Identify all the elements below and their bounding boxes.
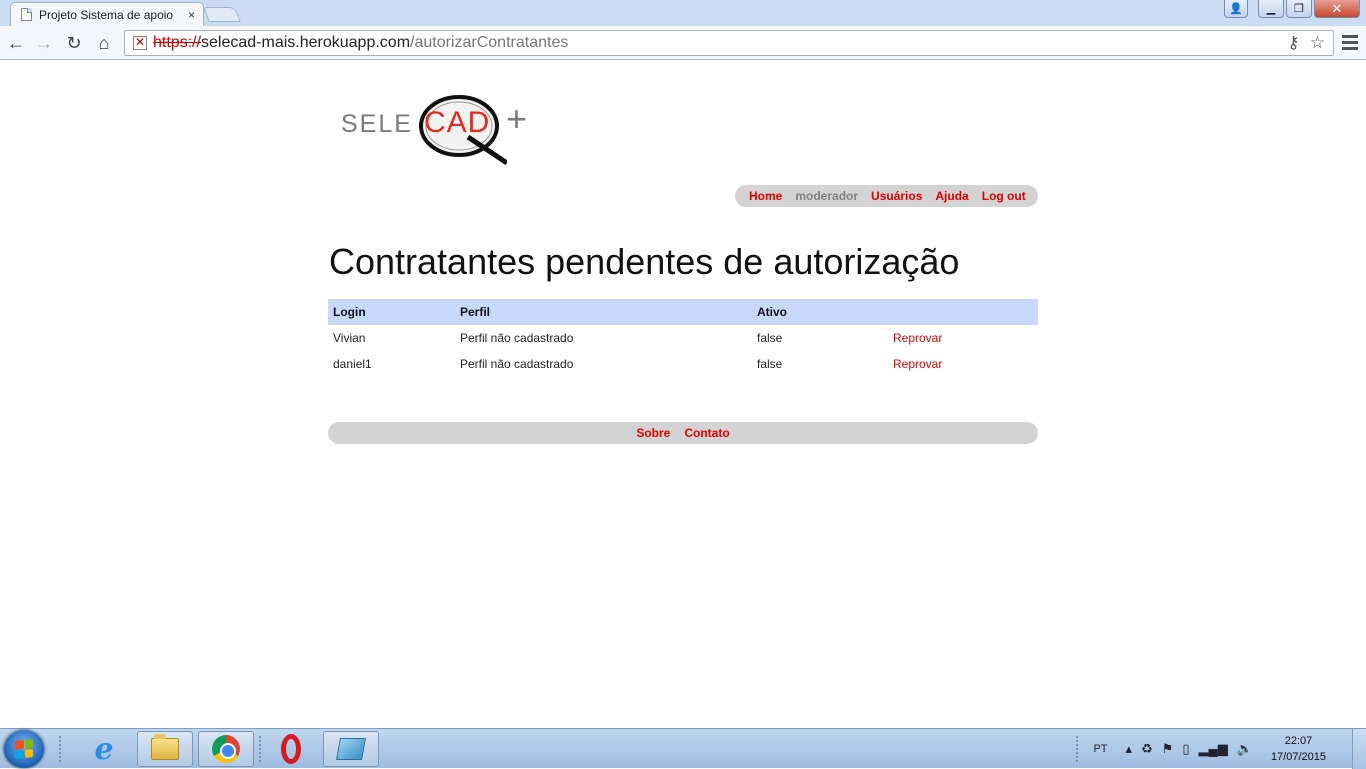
url-host: selecad-mais.herokuapp.com	[201, 34, 411, 51]
logo-text-plus: +	[506, 98, 528, 139]
tab-close-icon[interactable]: ×	[188, 8, 195, 22]
system-clock[interactable]: 22:07 17/07/2015	[1271, 733, 1326, 765]
table-header-row: Login Perfil Ativo	[328, 299, 1038, 325]
reprovar-link[interactable]: Reprovar	[888, 351, 1038, 377]
windows-logo-icon	[15, 739, 33, 759]
internet-explorer-icon[interactable]: e	[76, 731, 132, 767]
clock-time: 22:07	[1284, 735, 1313, 747]
url-scheme: https://	[153, 34, 202, 51]
user-profile-icon[interactable]: 👤	[1224, 0, 1248, 18]
windows-taskbar: e PT ▴ ♻ ⚑ ▯ ▂▄▆ 🔈 22:07 17/07/2015	[0, 728, 1366, 769]
table-row: daniel1 Perfil não cadastrado false Repr…	[328, 351, 1038, 377]
nav-username: moderador	[795, 189, 859, 203]
window-titlebar: Projeto Sistema de apoio × 👤 ▁ ❐ ✕	[0, 0, 1366, 26]
nav-help-link[interactable]: Ajuda	[935, 189, 968, 203]
page-icon	[21, 8, 32, 21]
taskbar-grip	[58, 735, 62, 763]
cell-perfil: Perfil não cadastrado	[460, 357, 574, 371]
home-icon[interactable]: ⌂	[92, 31, 116, 55]
cell-ativo: false	[757, 331, 783, 345]
action-center-flag-icon[interactable]: ⚑	[1162, 741, 1174, 757]
address-bar[interactable]: https:// selecad-mais.herokuapp.com /aut…	[124, 30, 1334, 56]
volume-icon[interactable]: 🔈	[1237, 741, 1253, 757]
cell-perfil: Perfil não cadastrado	[460, 331, 574, 345]
reprovar-link[interactable]: Reprovar	[888, 325, 1038, 351]
notes-app-icon[interactable]	[323, 731, 379, 767]
pending-contractors-table: Login Perfil Ativo Vivian Perfil não cad…	[328, 299, 1038, 377]
url-path: /autorizarContratantes	[410, 34, 569, 51]
cell-login: Vivian	[333, 331, 366, 345]
clock-date: 17/07/2015	[1270, 751, 1326, 763]
chrome-icon[interactable]	[198, 731, 254, 767]
logo-text-sele: SELE	[341, 110, 413, 138]
browser-tab-active[interactable]: Projeto Sistema de apoio ×	[10, 2, 204, 26]
file-explorer-icon[interactable]	[137, 731, 193, 767]
browser-menu-icon[interactable]	[1342, 32, 1358, 52]
nav-home-link[interactable]: Home	[749, 189, 782, 203]
key-icon[interactable]: ⚷	[1287, 33, 1299, 53]
tab-title: Projeto Sistema de apoio	[39, 7, 174, 22]
system-tray: PT ▴ ♻ ⚑ ▯ ▂▄▆ 🔈 22:07 17/07/2015	[1075, 729, 1352, 769]
bookmark-star-icon[interactable]: ☆	[1310, 33, 1325, 53]
top-nav-menu: Home moderador Usuários Ajuda Log out	[735, 185, 1038, 207]
language-indicator[interactable]: PT	[1093, 743, 1107, 755]
column-header-perfil: Perfil	[455, 299, 752, 325]
insecure-lock-icon[interactable]	[133, 35, 147, 50]
page-title: Contratantes pendentes de autorização	[329, 241, 960, 282]
logo-text-cad: CAD	[424, 106, 491, 139]
minimize-button[interactable]: ▁	[1258, 0, 1284, 18]
taskbar-grip	[258, 735, 262, 763]
cell-login: daniel1	[333, 357, 372, 371]
selecad-logo[interactable]: SELE CAD +	[341, 92, 541, 174]
footer-contact-link[interactable]: Contato	[684, 426, 729, 440]
column-header-action	[888, 299, 1038, 325]
table-row: Vivian Perfil não cadastrado false Repro…	[328, 325, 1038, 351]
new-tab-button[interactable]	[203, 7, 241, 22]
maximize-button[interactable]: ❐	[1286, 0, 1312, 18]
start-button[interactable]	[4, 730, 44, 768]
reload-icon[interactable]: ↻	[62, 31, 86, 55]
column-header-login: Login	[328, 299, 455, 325]
nav-users-link[interactable]: Usuários	[871, 189, 922, 203]
power-icon[interactable]: ▯	[1182, 741, 1189, 757]
show-desktop-button[interactable]	[1352, 729, 1366, 769]
recycle-icon[interactable]: ♻	[1141, 741, 1153, 757]
back-icon[interactable]: ←	[4, 31, 28, 55]
forward-icon[interactable]: →	[32, 31, 56, 55]
nav-logout-link[interactable]: Log out	[982, 189, 1026, 203]
cell-ativo: false	[757, 357, 783, 371]
opera-icon[interactable]	[263, 731, 319, 767]
footer-about-link[interactable]: Sobre	[636, 426, 670, 440]
tray-grip	[1075, 735, 1080, 763]
column-header-ativo: Ativo	[752, 299, 888, 325]
close-window-button[interactable]: ✕	[1314, 0, 1360, 18]
page-content: SELE CAD + Home moderador Usuários Ajuda…	[0, 61, 1366, 728]
footer-nav-menu: Sobre Contato	[328, 422, 1038, 444]
browser-toolbar: ← → ↻ ⌂ https:// selecad-mais.herokuapp.…	[0, 26, 1366, 60]
show-hidden-icons-icon[interactable]: ▴	[1126, 741, 1133, 757]
window-controls: 👤 ▁ ❐ ✕	[1224, 0, 1360, 18]
network-signal-icon[interactable]: ▂▄▆	[1199, 741, 1228, 757]
